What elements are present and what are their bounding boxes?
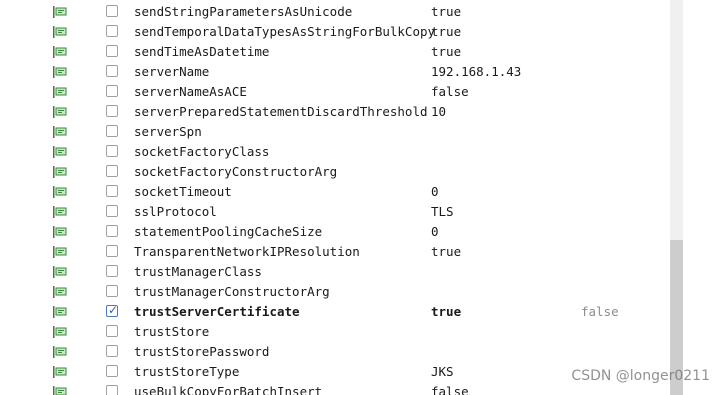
property-name: trustManagerClass bbox=[134, 264, 262, 279]
property-row[interactable]: sslProtocol TLS bbox=[50, 202, 670, 222]
property-row[interactable]: socketTimeout 0 bbox=[50, 182, 670, 202]
property-icon bbox=[53, 366, 67, 378]
property-name: trustServerCertificate bbox=[134, 304, 300, 319]
property-value[interactable]: false bbox=[431, 84, 469, 99]
property-value[interactable]: true bbox=[431, 44, 461, 59]
property-row[interactable]: trustStorePassword bbox=[50, 342, 670, 362]
property-value[interactable]: 0 bbox=[431, 224, 439, 239]
property-checkbox[interactable] bbox=[106, 145, 118, 157]
property-name: useBulkCopyForBatchInsert bbox=[134, 384, 323, 395]
property-checkbox[interactable]: ✓ bbox=[106, 303, 119, 317]
property-name: socketTimeout bbox=[134, 184, 232, 199]
property-value[interactable]: 192.168.1.43 bbox=[431, 64, 521, 79]
property-row[interactable]: serverNameAsACE false bbox=[50, 82, 670, 102]
property-row[interactable]: sendStringParametersAsUnicode true bbox=[50, 2, 670, 22]
property-value[interactable]: false bbox=[431, 384, 469, 395]
property-icon bbox=[53, 106, 67, 118]
property-row[interactable]: statementPoolingCacheSize 0 bbox=[50, 222, 670, 242]
property-row[interactable]: serverName 192.168.1.43 bbox=[50, 62, 670, 82]
property-row[interactable]: serverPreparedStatementDiscardThreshold 1… bbox=[50, 102, 670, 122]
property-icon bbox=[53, 326, 67, 338]
property-name: sendTimeAsDatetime bbox=[134, 44, 270, 59]
property-checkbox[interactable] bbox=[106, 325, 118, 337]
property-icon bbox=[53, 146, 67, 158]
property-checkbox[interactable] bbox=[106, 125, 118, 137]
property-checkbox[interactable] bbox=[106, 85, 118, 97]
property-checkbox[interactable] bbox=[106, 345, 118, 357]
property-name: socketFactoryClass bbox=[134, 144, 270, 159]
property-icon bbox=[53, 386, 67, 395]
property-name: serverName bbox=[134, 64, 210, 79]
property-checkbox[interactable] bbox=[106, 45, 118, 57]
property-name: trustStoreType bbox=[134, 364, 240, 379]
property-checkbox[interactable] bbox=[106, 185, 118, 197]
property-icon bbox=[53, 186, 67, 198]
property-name: trustStore bbox=[134, 324, 210, 339]
property-value[interactable]: JKS bbox=[431, 364, 454, 379]
property-row[interactable]: socketFactoryConstructorArg bbox=[50, 162, 670, 182]
property-name: sendTemporalDataTypesAsStringForBulkCopy bbox=[134, 24, 436, 39]
property-checkbox[interactable] bbox=[106, 165, 118, 177]
property-checkbox[interactable] bbox=[106, 365, 118, 377]
property-name: sslProtocol bbox=[134, 204, 217, 219]
property-checkbox[interactable] bbox=[106, 105, 118, 117]
property-value[interactable]: true bbox=[431, 4, 461, 19]
property-checkbox[interactable] bbox=[106, 225, 118, 237]
property-icon bbox=[53, 26, 67, 38]
property-row[interactable]: ✓ trustServerCertificate true false bbox=[50, 302, 670, 322]
property-row[interactable]: trustManagerClass bbox=[50, 262, 670, 282]
driver-properties-table: sendStringParametersAsUnicode true sendTem… bbox=[50, 0, 670, 395]
property-name: TransparentNetworkIPResolution bbox=[134, 244, 360, 259]
property-name: serverNameAsACE bbox=[134, 84, 247, 99]
property-row[interactable]: serverSpn bbox=[50, 122, 670, 142]
property-icon bbox=[53, 286, 67, 298]
left-margin bbox=[0, 0, 50, 395]
property-name: trustManagerConstructorArg bbox=[134, 284, 330, 299]
property-icon bbox=[53, 66, 67, 78]
property-checkbox[interactable] bbox=[106, 245, 118, 257]
property-name: socketFactoryConstructorArg bbox=[134, 164, 338, 179]
property-checkbox[interactable] bbox=[106, 25, 118, 37]
right-pane bbox=[683, 0, 726, 395]
property-row[interactable]: TransparentNetworkIPResolution true bbox=[50, 242, 670, 262]
property-checkbox[interactable] bbox=[106, 265, 118, 277]
property-icon bbox=[53, 86, 67, 98]
property-icon bbox=[53, 206, 67, 218]
property-icon bbox=[53, 166, 67, 178]
property-checkbox[interactable] bbox=[106, 385, 118, 395]
property-name: statementPoolingCacheSize bbox=[134, 224, 323, 239]
property-name: trustStorePassword bbox=[134, 344, 270, 359]
property-default-value: false bbox=[581, 304, 619, 319]
property-checkbox[interactable] bbox=[106, 65, 118, 77]
property-icon bbox=[53, 306, 67, 318]
property-icon bbox=[53, 46, 67, 58]
property-icon bbox=[53, 246, 67, 258]
property-value[interactable]: true bbox=[431, 304, 461, 319]
property-row[interactable]: socketFactoryClass bbox=[50, 142, 670, 162]
property-value[interactable]: 10 bbox=[431, 104, 446, 119]
property-row[interactable]: trustStore bbox=[50, 322, 670, 342]
property-icon bbox=[53, 346, 67, 358]
property-value[interactable]: 0 bbox=[431, 184, 439, 199]
property-value[interactable]: true bbox=[431, 24, 461, 39]
property-icon bbox=[53, 266, 67, 278]
property-row[interactable]: sendTimeAsDatetime true bbox=[50, 42, 670, 62]
property-row[interactable]: trustManagerConstructorArg bbox=[50, 282, 670, 302]
property-checkbox[interactable] bbox=[106, 205, 118, 217]
property-name: serverPreparedStatementDiscardThreshold bbox=[134, 104, 428, 119]
property-icon bbox=[53, 6, 67, 18]
property-value[interactable]: TLS bbox=[431, 204, 454, 219]
property-icon bbox=[53, 126, 67, 138]
property-value[interactable]: true bbox=[431, 244, 461, 259]
property-name: serverSpn bbox=[134, 124, 202, 139]
property-checkbox[interactable] bbox=[106, 5, 118, 17]
property-checkbox[interactable] bbox=[106, 285, 118, 297]
property-icon bbox=[53, 226, 67, 238]
property-row[interactable]: sendTemporalDataTypesAsStringForBulkCopy… bbox=[50, 22, 670, 42]
checkmark-icon: ✓ bbox=[108, 303, 119, 317]
watermark: CSDN @longer0211 bbox=[571, 368, 710, 384]
property-name: sendStringParametersAsUnicode bbox=[134, 4, 353, 19]
